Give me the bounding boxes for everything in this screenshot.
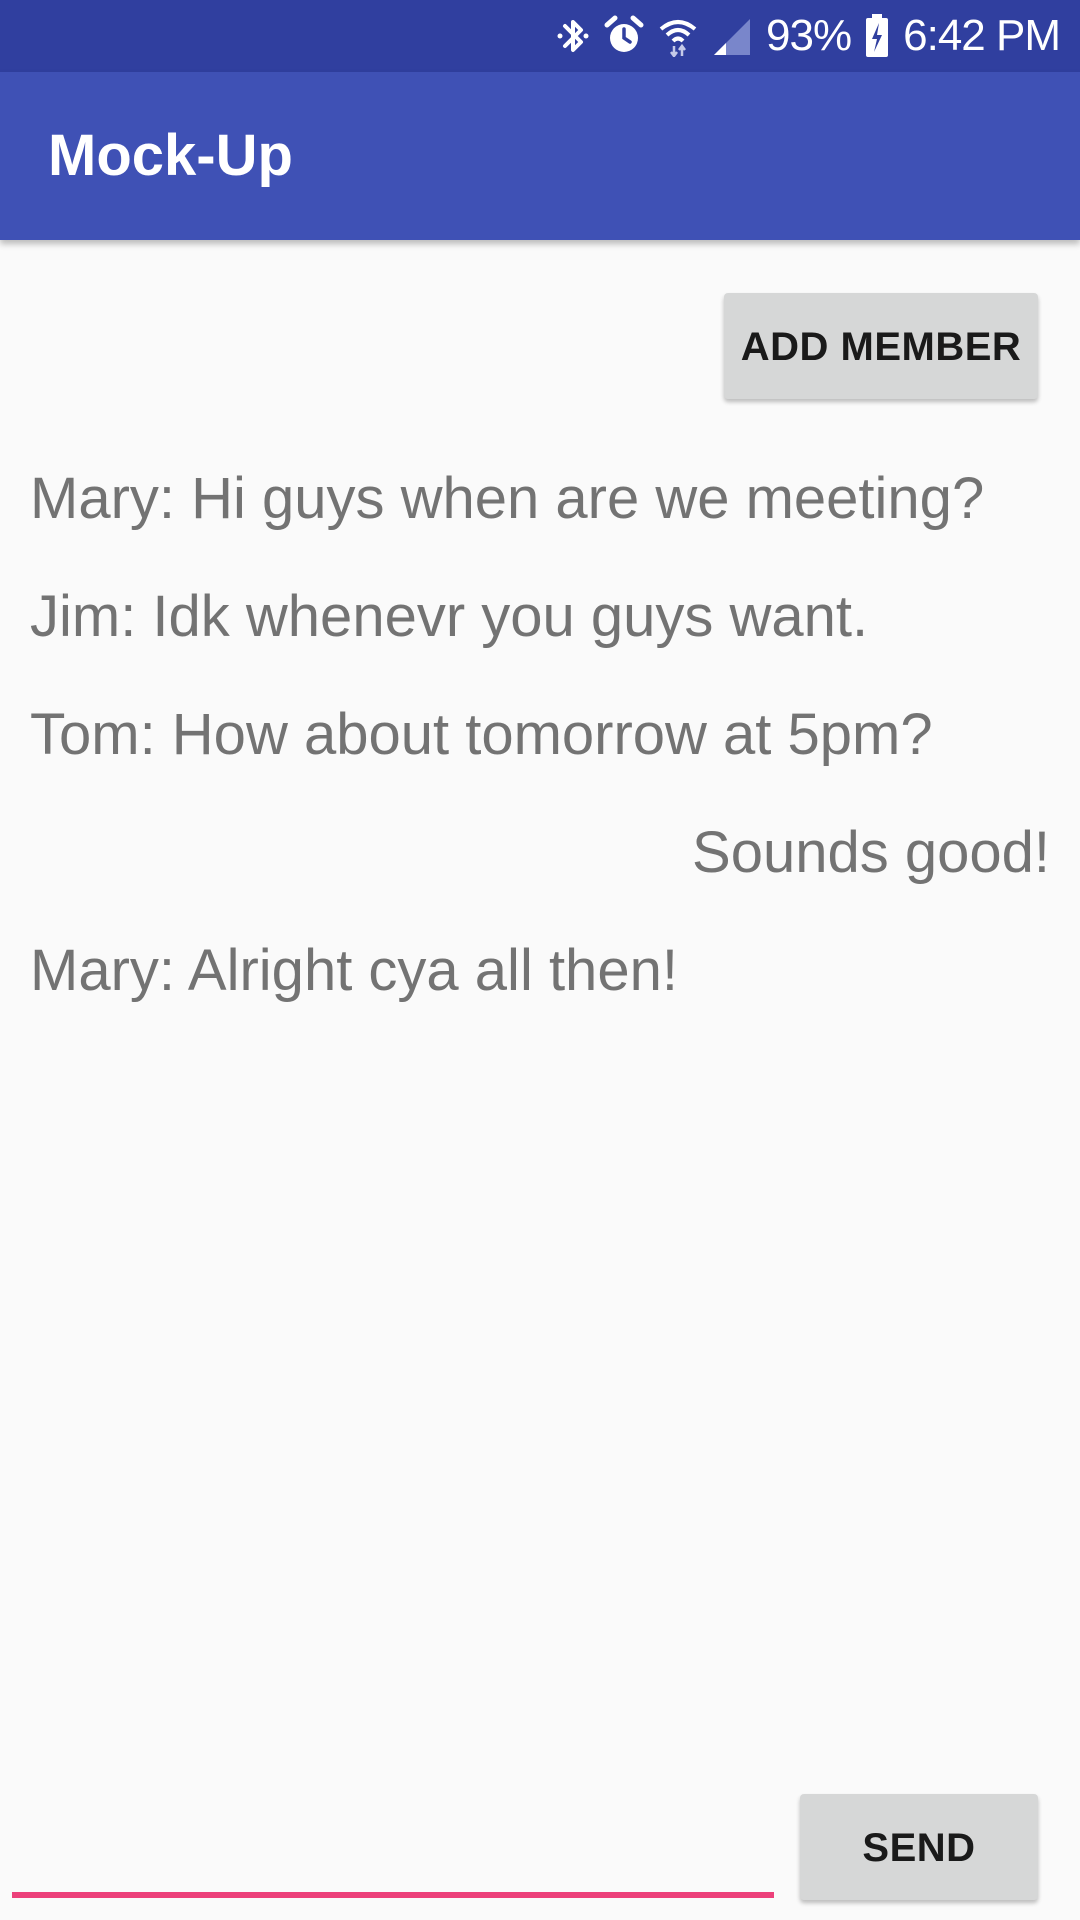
bluetooth-icon (556, 15, 590, 57)
app-title: Mock-Up (48, 123, 293, 188)
status-time: 6:42 PM (903, 11, 1061, 60)
message-item: Jim: Idk whenevr you guys want. (30, 584, 869, 649)
own-message-item: Sounds good! (692, 820, 1050, 885)
signal-icon (712, 15, 752, 57)
wifi-icon (658, 15, 698, 57)
chat-screen: 93% 6:42 PM Mock-Up ADD MEMBER Mary: Hi … (0, 0, 1080, 1920)
message-item: Tom: How about tomorrow at 5pm? (30, 702, 933, 767)
battery-icon (865, 14, 889, 58)
status-bar: 93% 6:42 PM (0, 0, 1080, 72)
message-list: Mary: Hi guys when are we meeting? Jim: … (30, 440, 1050, 1030)
message-item: Mary: Hi guys when are we meeting? (30, 466, 985, 531)
message-input[interactable] (12, 1800, 774, 1898)
add-member-button[interactable]: ADD MEMBER (724, 293, 1038, 399)
message-item: Mary: Alright cya all then! (30, 938, 678, 1003)
battery-percentage: 93% (766, 11, 852, 60)
send-button[interactable]: SEND (800, 1794, 1038, 1900)
status-icons: 93% 6:42 PM (556, 0, 1061, 72)
alarm-icon (604, 15, 644, 57)
app-bar: Mock-Up (0, 72, 1080, 240)
